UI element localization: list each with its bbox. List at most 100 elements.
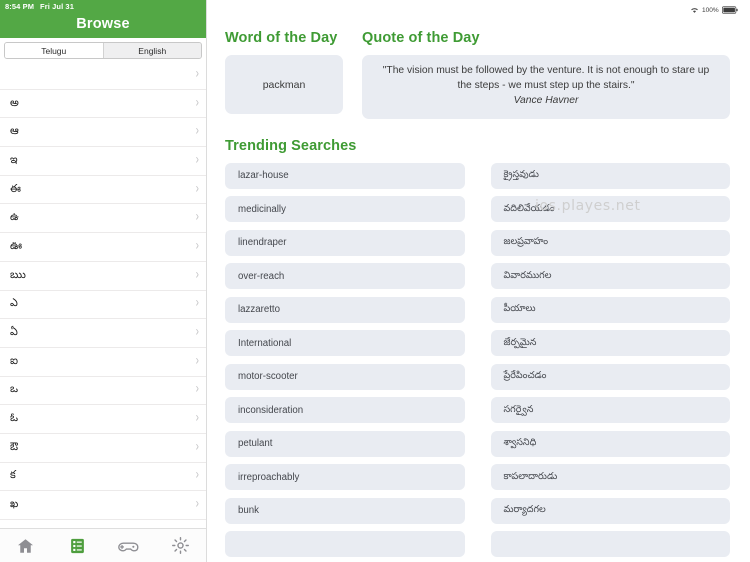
main-content: Word of the Day packman Quote of the Day… (207, 0, 750, 562)
letter-label: క (10, 468, 16, 482)
trending-columns: lazar-house medicinally linendraper over… (225, 162, 730, 562)
letter-label: ఈ (10, 181, 21, 195)
sidebar-item-12[interactable]: ఓ › (0, 405, 206, 434)
quote-of-the-day-section: Quote of the Day "The vision must be fol… (362, 30, 730, 119)
trending-item[interactable]: కాపలాదారుడు (490, 464, 730, 491)
sidebar-item-13[interactable]: ఔ › (0, 433, 206, 463)
trending-item[interactable]: ప్రేరేపించడం (490, 363, 730, 390)
chevron-right-icon: › (195, 152, 199, 168)
trending-searches-section: Trending Searches lazar-house medicinall… (225, 138, 730, 562)
word-of-the-day-card[interactable]: packman (225, 55, 343, 114)
trending-item[interactable]: శ్వాసనిధి (490, 430, 730, 457)
sidebar-item-6[interactable]: ఊ › (0, 233, 206, 262)
sidebar-header: 8:54 PM Fri Jul 31 Browse (0, 0, 206, 38)
chevron-right-icon: › (195, 497, 199, 512)
sidebar-item-1[interactable]: అ › (0, 89, 206, 119)
sidebar: 8:54 PM Fri Jul 31 Browse Telugu English… (0, 0, 207, 562)
trending-item[interactable]: జలప్రవాహం (490, 229, 730, 256)
letter-label: ఇ (10, 152, 18, 166)
page-title: Browse (76, 16, 130, 32)
chevron-right-icon: › (196, 526, 199, 528)
status-bar-right: 100% (690, 1, 738, 19)
quote-of-the-day-card: "The vision must be followed by the vent… (362, 55, 730, 119)
trending-item[interactable]: క్రైస్తవుడు (490, 162, 730, 189)
quote-text: "The vision must be followed by the vent… (382, 65, 710, 91)
chevron-right-icon: › (195, 95, 199, 111)
trending-item[interactable]: International (225, 330, 465, 357)
chevron-right-icon: › (195, 410, 199, 426)
letter-label: ఖ (10, 497, 19, 511)
trending-item[interactable]: మర్యాదగల (490, 497, 730, 524)
sidebar-item-16[interactable]: గ › (0, 520, 206, 528)
segment-english[interactable]: English (103, 43, 201, 58)
letter-list[interactable]: › అ › ఆ › ఇ › ఈ › ఉ › ఊ › ఋ › ఎ › ఏ › ఐ … (0, 61, 206, 528)
trending-item[interactable]: పీయాలు (490, 296, 730, 323)
trending-item[interactable]: వదిలివేయడం (490, 196, 730, 223)
game-controller-icon (118, 538, 139, 554)
letter-label: ఔ (10, 439, 19, 453)
list-icon (69, 537, 86, 555)
sidebar-item-11[interactable]: ఒ › (0, 376, 206, 406)
sidebar-item-8[interactable]: ఎ › (0, 290, 206, 320)
sidebar-item-5[interactable]: ఉ › (0, 204, 206, 234)
trending-item[interactable]: lazar-house (225, 162, 465, 189)
letter-label: ఓ (10, 411, 19, 425)
trending-item[interactable]: motor-scooter (225, 363, 465, 390)
trending-item[interactable] (225, 531, 465, 558)
trending-item[interactable]: irreproachably (225, 464, 465, 491)
trending-item[interactable]: linendraper (225, 229, 465, 256)
tab-settings[interactable] (155, 529, 207, 562)
trending-item[interactable]: వివారముగల (490, 263, 730, 290)
sidebar-item-9[interactable]: ఏ › (0, 319, 206, 348)
tab-home[interactable] (0, 529, 52, 562)
letter-label: అ (10, 95, 19, 109)
trending-item[interactable]: bunk (225, 497, 465, 524)
trending-item[interactable]: జేర్పమైన (490, 330, 730, 357)
trending-item[interactable]: inconsideration (225, 397, 465, 424)
status-date: Fri Jul 31 (40, 2, 74, 11)
chevron-right-icon: › (195, 124, 199, 139)
letter-label: ఊ (10, 238, 23, 252)
trending-item[interactable]: petulant (225, 430, 465, 457)
tab-browse[interactable] (52, 529, 104, 562)
top-cards-row: Word of the Day packman Quote of the Day… (225, 30, 730, 119)
trending-telugu-column: క్రైస్తవుడు వదిలివేయడం జలప్రవాహం వివారము… (490, 162, 730, 562)
language-segmented-control[interactable]: Telugu English (4, 42, 202, 59)
trending-item[interactable]: lazzaretto (225, 296, 465, 323)
sidebar-item-10[interactable]: ఐ › (0, 347, 206, 377)
trending-item[interactable]: over-reach (225, 263, 465, 290)
sidebar-item-2[interactable]: ఆ › (0, 118, 206, 148)
trending-item[interactable]: సగర్వైన (490, 397, 730, 424)
sidebar-item-4[interactable]: ఈ › (0, 175, 206, 205)
trending-item[interactable] (490, 531, 730, 558)
chevron-right-icon: › (195, 468, 199, 484)
chevron-right-icon: › (195, 210, 199, 226)
sidebar-item-3[interactable]: ఇ › (0, 147, 206, 176)
chevron-right-icon: › (195, 181, 199, 197)
battery-percent: 100% (702, 6, 719, 14)
letter-label: ఉ (10, 210, 19, 224)
chevron-right-icon: › (195, 267, 199, 283)
tab-bar[interactable] (0, 528, 206, 562)
sidebar-item-15[interactable]: ఖ › (0, 491, 206, 520)
chevron-right-icon: › (195, 382, 199, 398)
chevron-right-icon: › (195, 324, 199, 340)
sidebar-item-0[interactable]: › (0, 61, 206, 90)
chevron-right-icon: › (195, 439, 199, 455)
letter-label: ఆ (10, 124, 19, 138)
quote-of-the-day-heading: Quote of the Day (362, 30, 480, 46)
letter-label: ఎ (10, 296, 18, 310)
sidebar-item-14[interactable]: క › (0, 462, 206, 492)
segment-telugu[interactable]: Telugu (5, 43, 104, 58)
home-icon (16, 537, 35, 555)
chevron-right-icon: › (195, 353, 199, 369)
letter-label: ఏ (10, 325, 18, 339)
sidebar-item-7[interactable]: ఋ › (0, 261, 206, 291)
gear-icon (171, 536, 190, 555)
wifi-icon (690, 1, 699, 19)
battery-full-icon (721, 1, 738, 19)
quote-author: Vance Havner (513, 95, 579, 107)
trending-item[interactable]: medicinally (225, 196, 465, 223)
status-bar: 8:54 PM Fri Jul 31 (0, 0, 206, 13)
tab-games[interactable] (103, 529, 155, 562)
